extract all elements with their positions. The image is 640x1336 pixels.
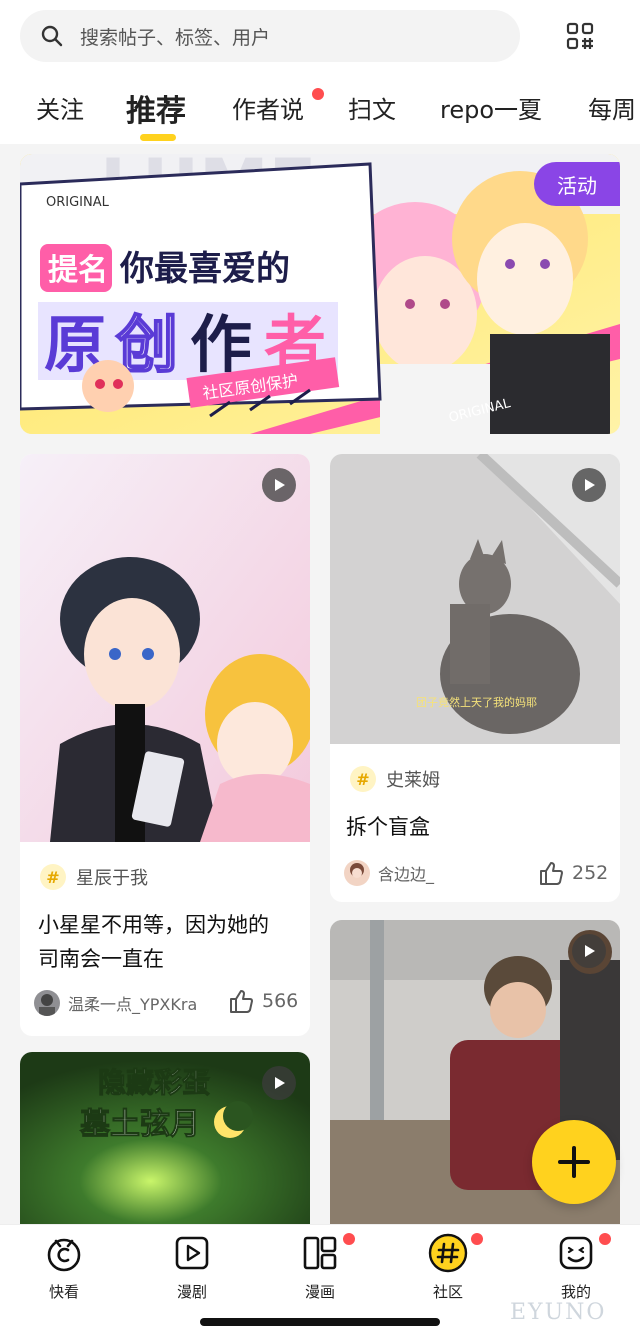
like-button[interactable]: 252 bbox=[538, 860, 608, 886]
topic-tag[interactable]: # 史莱姆 bbox=[350, 766, 440, 792]
search-bar[interactable]: 搜索帖子、标签、用户 bbox=[20, 10, 520, 62]
post-card[interactable]: # 星辰于我 小星星不用等，因为她的 司南会一直在 温柔一点_YPXKra 56… bbox=[20, 454, 310, 1036]
post-title: 小星星不用等，因为她的 司南会一直在 bbox=[38, 908, 298, 976]
overlay-title-1: 隐藏彩蛋 bbox=[98, 1066, 210, 1099]
like-count: 566 bbox=[262, 990, 299, 1012]
category-tabs: 关注 推荐 作者说 扫文 repo一夏 每周 bbox=[0, 76, 640, 144]
active-tab-indicator bbox=[140, 134, 176, 141]
kuaikan-icon bbox=[47, 1238, 81, 1272]
author-name: 含边边_ bbox=[378, 865, 435, 884]
topic-tag-label: 史莱姆 bbox=[386, 770, 440, 791]
play-icon[interactable] bbox=[572, 468, 606, 502]
tab-scan-text[interactable]: 扫文 bbox=[348, 90, 396, 125]
tab-weekly[interactable]: 每周 bbox=[588, 90, 636, 125]
play-icon[interactable] bbox=[262, 1066, 296, 1100]
tab-author-says[interactable]: 作者说 bbox=[232, 90, 304, 125]
play-icon[interactable] bbox=[262, 468, 296, 502]
post-title-line: 司南会一直在 bbox=[38, 947, 164, 971]
post-card[interactable]: 隐藏彩蛋 墓土弦月 bbox=[20, 1052, 310, 1224]
watermark: EYUNO bbox=[510, 1300, 607, 1325]
tab-follow[interactable]: 关注 bbox=[36, 90, 84, 125]
search-icon bbox=[41, 25, 63, 47]
community-hash-icon bbox=[428, 1233, 468, 1273]
event-banner[interactable]: LUME ORIGINAL 提名 你最喜爱的 原 创 作 者 社区原创保护 OR… bbox=[20, 154, 620, 434]
nav-label: 社区 bbox=[432, 1283, 463, 1301]
like-count: 252 bbox=[572, 862, 609, 884]
nav-notification-dot bbox=[599, 1233, 611, 1245]
banner-nominate-text: 提名 bbox=[48, 253, 108, 288]
hash-icon: # bbox=[350, 766, 376, 792]
nav-label: 漫剧 bbox=[176, 1283, 207, 1301]
top-bar: 搜索帖子、标签、用户 bbox=[0, 0, 640, 76]
thumbs-up-icon bbox=[540, 862, 563, 885]
avatar bbox=[34, 990, 60, 1016]
nav-label: 快看 bbox=[48, 1283, 79, 1301]
play-icon[interactable] bbox=[572, 934, 606, 968]
banner-original-tag: ORIGINAL bbox=[46, 195, 110, 210]
tab-recommend[interactable]: 推荐 bbox=[126, 86, 186, 130]
topic-tag[interactable]: # 星辰于我 bbox=[40, 864, 148, 890]
banner-char-3: 作 bbox=[190, 308, 252, 381]
post-card[interactable]: 团子竟然上天了我的妈耶 # 史莱姆 拆个盲盒 含边边_ 252 bbox=[330, 454, 620, 902]
nav-notification-dot bbox=[471, 1233, 483, 1245]
thumbs-up-icon bbox=[230, 990, 253, 1013]
author-info[interactable]: 温柔一点_YPXKra bbox=[34, 990, 197, 1016]
post-title-line: 拆个盲盒 bbox=[346, 815, 430, 839]
overlay-title-2: 墓土弦月 bbox=[79, 1107, 200, 1142]
play-video-icon bbox=[175, 1236, 209, 1270]
author-name: 温柔一点_YPXKra bbox=[68, 995, 198, 1014]
post-image bbox=[20, 454, 310, 842]
search-placeholder: 搜索帖子、标签、用户 bbox=[80, 26, 271, 49]
hash-icon: # bbox=[40, 864, 66, 890]
comic-book-icon bbox=[303, 1236, 337, 1270]
nav-notification-dot bbox=[343, 1233, 355, 1245]
tab-repo-summer[interactable]: repo一夏 bbox=[440, 90, 542, 125]
qr-scan-icon[interactable] bbox=[566, 22, 594, 50]
activity-badge: 活动 bbox=[534, 162, 620, 206]
tab-notification-dot bbox=[312, 88, 324, 100]
topic-tag-label: 星辰于我 bbox=[76, 868, 148, 889]
banner-artwork: LUME ORIGINAL 提名 你最喜爱的 原 创 作 者 社区原创保护 OR… bbox=[20, 154, 620, 434]
create-post-button[interactable] bbox=[532, 1120, 616, 1204]
video-caption: 团子竟然上天了我的妈耶 bbox=[416, 695, 537, 709]
author-info[interactable]: 含边边_ bbox=[344, 860, 434, 886]
post-title-line: 小星星不用等，因为她的 bbox=[38, 913, 269, 937]
nav-label: 我的 bbox=[560, 1283, 591, 1301]
banner-favorite-text: 你最喜爱的 bbox=[119, 249, 290, 289]
nav-kuaikan[interactable]: 快看 bbox=[24, 1233, 104, 1309]
plus-icon bbox=[558, 1146, 590, 1178]
home-indicator[interactable] bbox=[200, 1318, 440, 1326]
nav-label: 漫画 bbox=[304, 1283, 335, 1301]
profile-smile-icon bbox=[559, 1236, 593, 1270]
avatar bbox=[344, 860, 370, 886]
nav-motion-comic[interactable]: 漫剧 bbox=[152, 1233, 232, 1309]
post-title: 拆个盲盒 bbox=[346, 810, 606, 844]
like-button[interactable]: 566 bbox=[228, 988, 298, 1014]
